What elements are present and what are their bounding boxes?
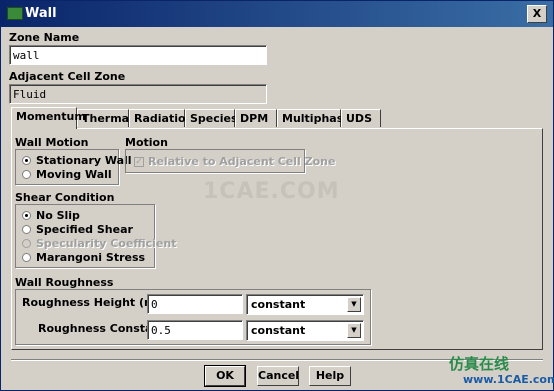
tab-dpm[interactable]: DPM bbox=[235, 109, 277, 127]
title-bar[interactable]: Wall X bbox=[1, 1, 553, 27]
tab-multiphase[interactable]: Multiphase bbox=[277, 109, 351, 127]
select-value: constant bbox=[251, 298, 306, 311]
relative-checkbox-label: Relative to Adjacent Cell Zone bbox=[148, 155, 336, 168]
radio-label: Moving Wall bbox=[36, 168, 112, 181]
radio-indicator bbox=[22, 253, 31, 262]
relative-checkbox[interactable]: ✓ bbox=[134, 157, 144, 167]
adjacent-cell-zone-field: Fluid bbox=[9, 84, 267, 104]
watermark-center: 1CAE.COM bbox=[203, 179, 340, 204]
wall-motion-label: Wall Motion bbox=[15, 136, 89, 149]
roughness-height-input[interactable]: 0 bbox=[147, 294, 243, 314]
radio-indicator bbox=[22, 225, 31, 234]
shear-condition-label: Shear Condition bbox=[15, 191, 115, 204]
window-title: Wall bbox=[25, 6, 57, 21]
tab-momentum[interactable]: Momentum bbox=[11, 107, 86, 129]
help-button[interactable]: Help bbox=[309, 366, 351, 386]
radio-selected-indicator bbox=[22, 156, 31, 165]
wall-roughness-group: Roughness Height (mm) 0 constant ▼ Rough… bbox=[15, 289, 371, 345]
close-button[interactable]: X bbox=[527, 5, 547, 23]
tab-uds[interactable]: UDS bbox=[341, 109, 381, 127]
radio-label: Marangoni Stress bbox=[36, 251, 146, 264]
radio-indicator bbox=[22, 239, 31, 248]
chevron-down-icon[interactable]: ▼ bbox=[347, 297, 361, 312]
wall-roughness-label: Wall Roughness bbox=[15, 276, 114, 289]
watermark-corner-text: 仿真在线 bbox=[449, 355, 510, 373]
radio-label: No Slip bbox=[36, 209, 80, 222]
roughness-constant-input[interactable]: 0.5 bbox=[147, 320, 243, 340]
watermark-corner-url: www.1CAE.com bbox=[463, 373, 554, 386]
motion-group: ✓ Relative to Adjacent Cell Zone bbox=[125, 149, 335, 173]
app-icon bbox=[7, 7, 23, 20]
chevron-down-icon[interactable]: ▼ bbox=[347, 323, 361, 338]
radio-indicator bbox=[22, 170, 31, 179]
roughness-constant-method-select[interactable]: constant ▼ bbox=[246, 320, 364, 341]
tab-species[interactable]: Species bbox=[185, 109, 238, 127]
radio-label: Specified Shear bbox=[36, 223, 133, 236]
radio-label: Stationary Wall bbox=[36, 154, 132, 167]
radio-label: Specularity Coefficient bbox=[36, 237, 177, 250]
wall-motion-group: Stationary Wall Moving Wall bbox=[15, 149, 132, 185]
zone-name-input[interactable]: wall bbox=[9, 45, 267, 65]
motion-label: Motion bbox=[125, 136, 168, 149]
select-value: constant bbox=[251, 324, 306, 337]
roughness-height-method-select[interactable]: constant ▼ bbox=[246, 294, 364, 315]
wall-dialog: Wall X Zone Name wall Adjacent Cell Zone… bbox=[0, 0, 554, 391]
adjacent-cell-zone-label: Adjacent Cell Zone bbox=[9, 70, 126, 83]
radio-selected-indicator bbox=[22, 211, 31, 220]
zone-name-label: Zone Name bbox=[9, 31, 80, 44]
shear-condition-group: No Slip Specified Shear Specularity Coef… bbox=[15, 204, 176, 268]
ok-button[interactable]: OK bbox=[204, 365, 246, 387]
cancel-button[interactable]: Cancel bbox=[257, 366, 299, 386]
tab-radiation[interactable]: Radiation bbox=[129, 109, 193, 127]
